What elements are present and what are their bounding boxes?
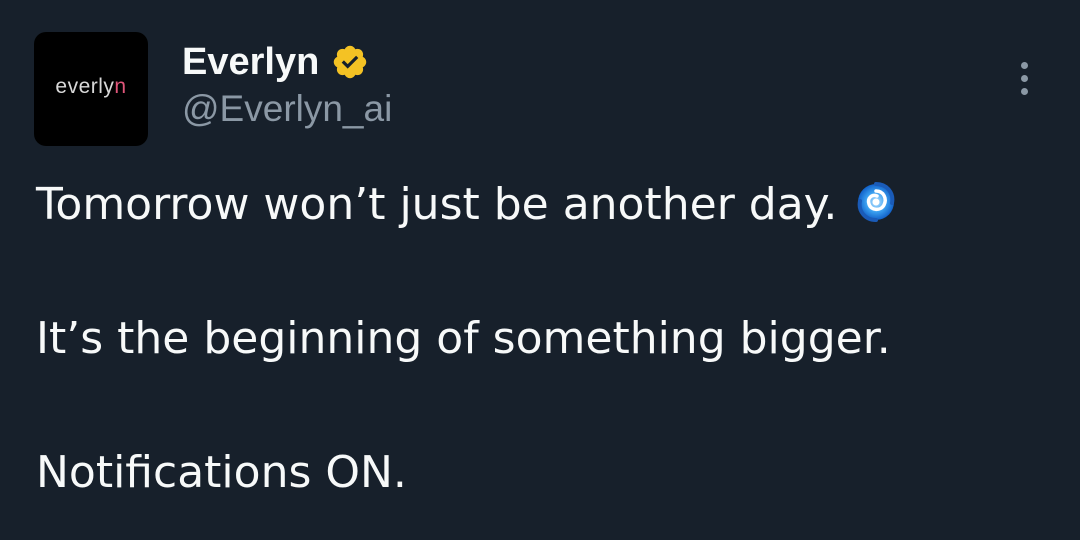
tweet-line-3: Notifications ON. — [36, 447, 407, 498]
more-vertical-icon — [1020, 61, 1028, 69]
tweet-line-2: It’s the beginning of something bigger. — [36, 313, 891, 364]
more-dot — [1020, 87, 1028, 95]
verified-badge-icon[interactable] — [331, 43, 369, 81]
author-handle[interactable]: @Everlyn_ai — [182, 88, 392, 130]
display-name[interactable]: Everlyn — [182, 41, 319, 84]
more-options-button[interactable] — [1004, 56, 1044, 100]
author-name-row[interactable]: Everlyn — [182, 38, 369, 86]
tweet-card: everlyn Everlyn @Everlyn_ai Tomorrow won… — [0, 0, 1080, 540]
tweet-line-1: Tomorrow won’t just be another day. — [36, 172, 1046, 238]
avatar[interactable]: everlyn — [34, 32, 148, 146]
avatar-logo: everlyn — [55, 75, 127, 98]
tweet-line-1-text: Tomorrow won’t just be another day. — [36, 179, 838, 230]
more-dot — [1020, 74, 1028, 82]
tweet-text: Tomorrow won’t just be another day. It’s… — [36, 172, 1046, 506]
cyclone-icon — [853, 178, 899, 224]
